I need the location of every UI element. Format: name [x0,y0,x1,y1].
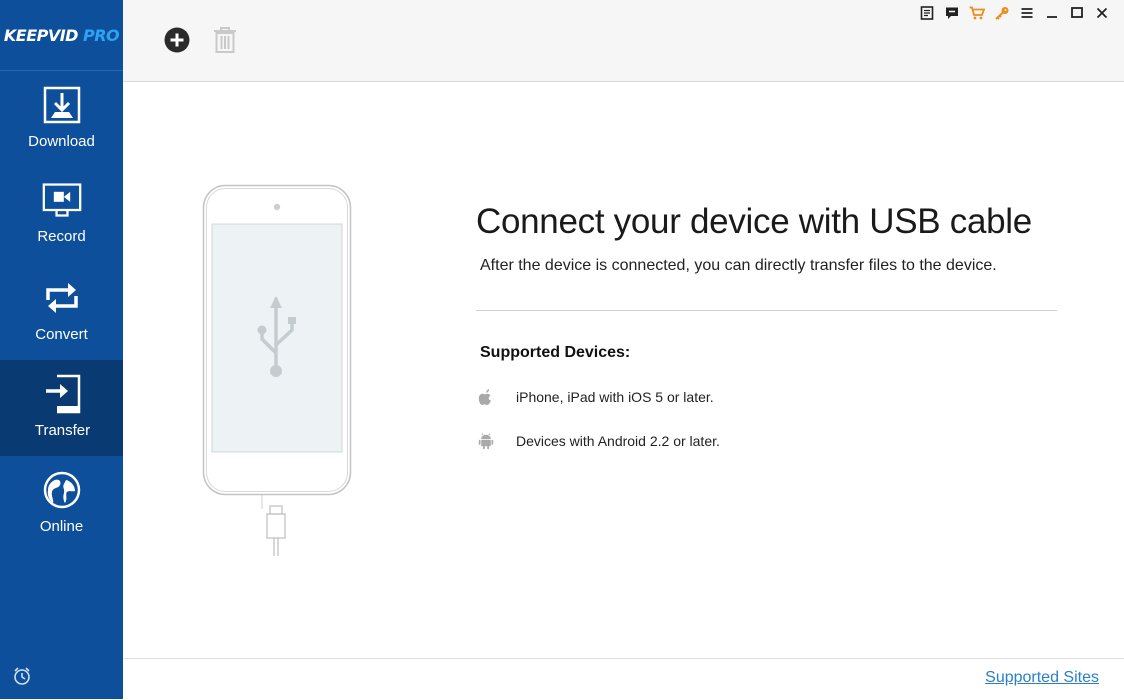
menu-icon[interactable] [1014,4,1039,22]
divider [476,310,1057,311]
transfer-icon [43,374,83,414]
close-icon[interactable] [1089,4,1114,22]
maximize-icon[interactable] [1064,4,1089,22]
notes-icon[interactable] [914,4,939,22]
instruction-text: After the device is connected, you can d… [480,257,997,274]
sidebar-item-convert[interactable]: Convert [0,278,123,368]
android-icon [477,432,495,450]
phone-usb-illustration [202,184,352,556]
window-controls [914,4,1114,22]
list-item: Devices with Android 2.2 or later. [477,432,720,450]
footer: Supported Sites [123,658,1124,700]
online-icon [42,470,82,510]
key-icon[interactable] [989,4,1014,22]
apple-icon [477,388,495,406]
cart-icon[interactable] [964,4,989,22]
supported-devices-heading: Supported Devices: [480,344,631,361]
sidebar-item-record[interactable]: Record [0,180,123,270]
toolbar [123,0,1124,82]
device-support-text: iPhone, iPad with iOS 5 or later. [516,389,714,405]
sidebar: KEEPVID PRO Download Record Convert Tran… [0,0,125,699]
sidebar-item-label: Record [37,228,86,245]
trash-icon[interactable] [213,26,237,54]
logo-pro-text: PRO [82,25,120,45]
sidebar-item-label: Convert [35,326,88,343]
device-support-text: Devices with Android 2.2 or later. [516,433,720,449]
page-title: Connect your device with USB cable [476,202,1032,241]
app-logo: KEEPVID PRO [0,0,123,71]
app-window: KEEPVID PRO Download Record Convert Tran… [0,0,1124,700]
sidebar-item-transfer[interactable]: Transfer [0,360,125,456]
sidebar-item-label: Transfer [34,422,91,439]
supported-sites-link[interactable]: Supported Sites [985,669,1099,687]
add-circle-icon[interactable] [164,27,190,53]
record-icon [42,180,82,220]
list-item: iPhone, iPad with iOS 5 or later. [477,388,714,406]
convert-icon [42,278,82,318]
feedback-icon[interactable] [939,4,964,22]
sidebar-item-online[interactable]: Online [0,470,123,560]
alarm-clock-icon[interactable] [12,666,32,686]
minimize-icon[interactable] [1039,4,1064,22]
sidebar-item-label: Download [28,133,95,150]
download-icon [42,85,82,125]
sidebar-item-label: Online [39,518,84,535]
sidebar-item-download[interactable]: Download [0,85,123,175]
main-content: Connect your device with USB cable After… [123,82,1124,658]
logo-text: KEEPVID [3,25,79,45]
